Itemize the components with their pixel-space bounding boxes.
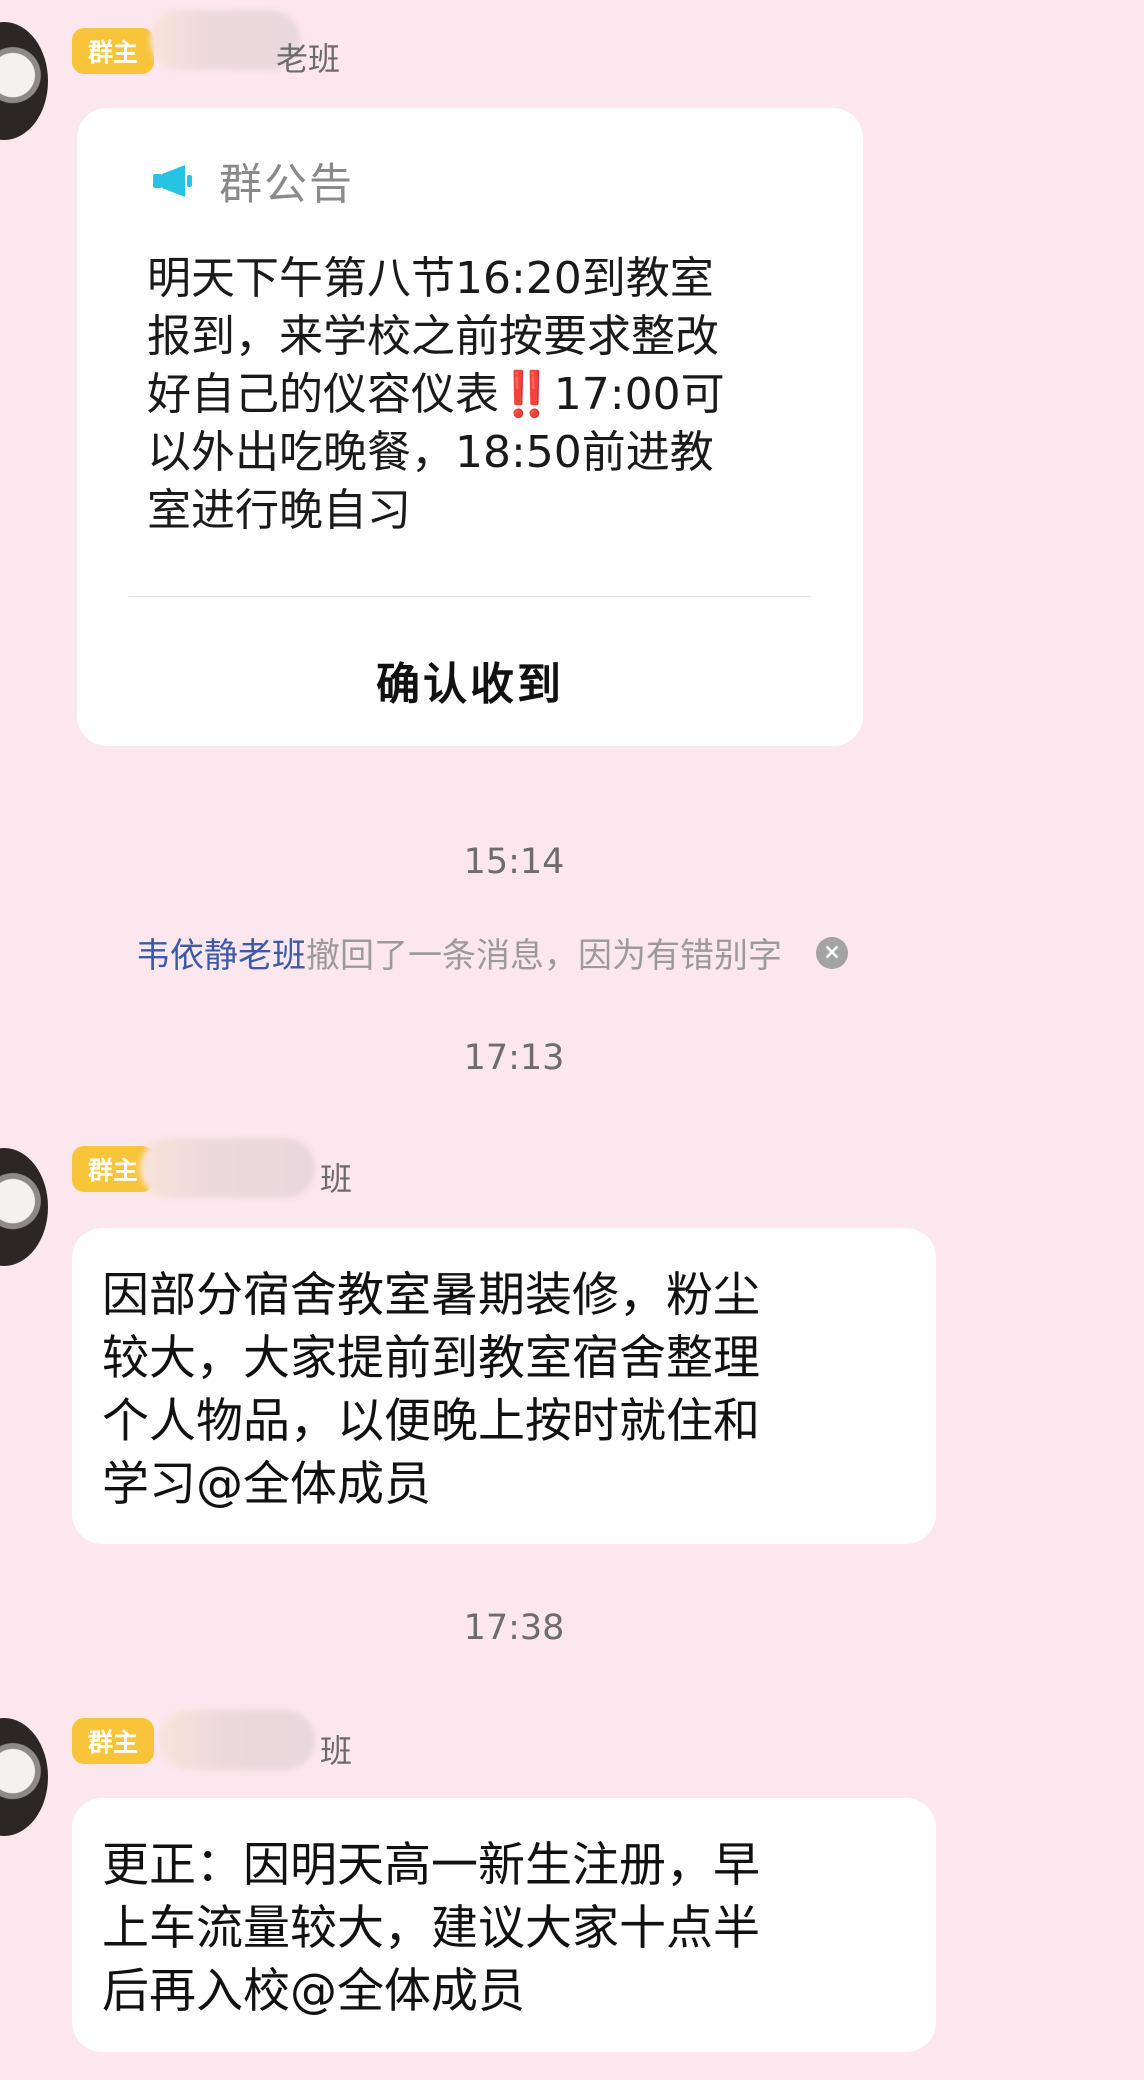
confirm-received-button[interactable]: 确认收到 bbox=[77, 648, 863, 712]
announcement-line: 以外出吃晚餐，18:50前进教 bbox=[147, 427, 714, 478]
message-line: 因部分宿舍教室暑期装修，粉尘 bbox=[102, 1268, 760, 1323]
announcement-header: 群公告 bbox=[149, 150, 354, 212]
timestamp: 17:13 bbox=[463, 1038, 565, 1078]
sender-avatar[interactable] bbox=[0, 1718, 48, 1836]
sender-name: 老班 bbox=[276, 40, 341, 78]
message-line: 后再入校@全体成员 bbox=[102, 1964, 525, 2019]
announcement-line: 明天下午第八节16:20到教室 bbox=[147, 253, 714, 304]
owner-badge: 群主 bbox=[72, 28, 154, 74]
message-bubble[interactable]: 因部分宿舍教室暑期装修，粉尘 较大，大家提前到教室宿舍整理 个人物品，以便晚上按… bbox=[72, 1228, 936, 1544]
sender-name: 班 bbox=[320, 1732, 353, 1770]
sender-avatar[interactable] bbox=[0, 22, 48, 140]
sender-name: 班 bbox=[320, 1160, 353, 1198]
message-text: 因部分宿舍教室暑期装修，粉尘 较大，大家提前到教室宿舍整理 个人物品，以便晚上按… bbox=[102, 1264, 902, 1516]
message-bubble[interactable]: 更正：因明天高一新生注册，早 上车流量较大，建议大家十点半 后再入校@全体成员 bbox=[72, 1798, 936, 2052]
close-circle-icon[interactable]: × bbox=[816, 936, 848, 969]
sender-avatar[interactable] bbox=[0, 1148, 48, 1266]
double-exclamation-emoji: ‼️ bbox=[499, 369, 554, 420]
sender-name-redacted bbox=[160, 1710, 315, 1770]
card-divider bbox=[129, 596, 811, 597]
message-line: 学习@全体成员 bbox=[102, 1457, 431, 1512]
sender-name-redacted bbox=[140, 1138, 315, 1198]
announcement-line: 报到，来学校之前按要求整改 bbox=[147, 311, 719, 362]
recall-text: 撤回了一条消息，因为有错别字 bbox=[306, 936, 782, 976]
message-line: 个人物品，以便晚上按时就住和 bbox=[102, 1394, 760, 1449]
message-line: 更正：因明天高一新生注册，早 bbox=[102, 1838, 760, 1893]
announcement-line: 室进行晚自习 bbox=[147, 485, 411, 536]
owner-badge: 群主 bbox=[72, 1718, 154, 1764]
announcement-title: 群公告 bbox=[219, 160, 354, 210]
megaphone-icon bbox=[153, 165, 192, 197]
recall-notice: 韦依静老班 撤回了一条消息，因为有错别字 × bbox=[136, 928, 848, 977]
announcement-line-text: 好自己的仪容仪表 bbox=[147, 369, 499, 420]
announcement-line: 好自己的仪容仪表‼️17:00可 bbox=[147, 366, 807, 424]
message-line: 上车流量较大，建议大家十点半 bbox=[102, 1901, 760, 1956]
announcement-line-text: 17:00可 bbox=[553, 369, 725, 420]
announcement-card[interactable]: 群公告 明天下午第八节16:20到教室 报到，来学校之前按要求整改 好自己的仪容… bbox=[77, 108, 863, 746]
message-text: 更正：因明天高一新生注册，早 上车流量较大，建议大家十点半 后再入校@全体成员 bbox=[102, 1834, 902, 2023]
recall-sender-link[interactable]: 韦依静老班 bbox=[136, 928, 306, 977]
timestamp: 15:14 bbox=[463, 842, 565, 882]
announcement-body: 明天下午第八节16:20到教室 报到，来学校之前按要求整改 好自己的仪容仪表‼️… bbox=[147, 250, 807, 540]
timestamp: 17:38 bbox=[463, 1608, 565, 1648]
message-line: 较大，大家提前到教室宿舍整理 bbox=[102, 1331, 760, 1386]
